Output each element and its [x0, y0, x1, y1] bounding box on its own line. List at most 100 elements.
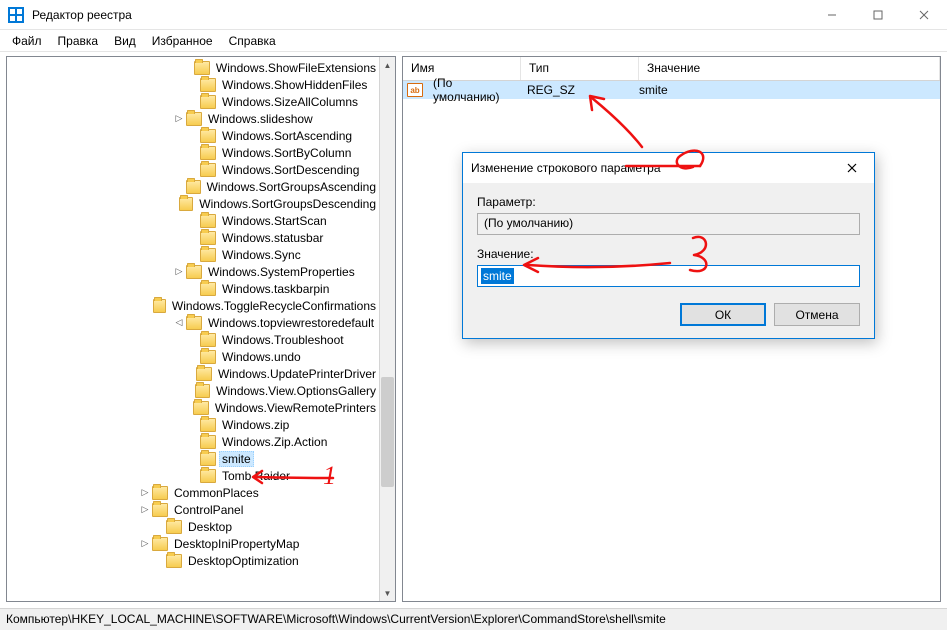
- tree-item-label: Windows.ViewRemotePrinters: [212, 401, 379, 415]
- tree-item[interactable]: Windows.SortDescending: [7, 161, 379, 178]
- statusbar-path: Компьютер\HKEY_LOCAL_MACHINE\SOFTWARE\Mi…: [6, 612, 666, 626]
- param-label: Параметр:: [477, 195, 860, 209]
- tree-item[interactable]: Windows.taskbarpin: [7, 280, 379, 297]
- tree-item-label: Windows.SizeAllColumns: [219, 95, 361, 109]
- tree-item[interactable]: Windows.View.OptionsGallery: [7, 382, 379, 399]
- tree-item-label: Windows.SortAscending: [219, 129, 355, 143]
- registry-tree[interactable]: Windows.ShowFileExtensionsWindows.ShowHi…: [7, 57, 379, 601]
- tree-item-label: Windows.View.OptionsGallery: [213, 384, 379, 398]
- tree-item[interactable]: Windows.SizeAllColumns: [7, 93, 379, 110]
- tree-item[interactable]: ▷CommonPlaces: [7, 484, 379, 501]
- chevron-right-icon[interactable]: ▷: [172, 266, 186, 277]
- value-data: smite: [631, 83, 676, 97]
- scrollbar-thumb[interactable]: [381, 377, 394, 487]
- tree-scrollbar[interactable]: ▲ ▼: [379, 57, 395, 601]
- tree-item-label: smite: [219, 451, 254, 467]
- chevron-right-icon[interactable]: ▷: [172, 113, 186, 124]
- folder-icon: [186, 112, 202, 126]
- tree-item[interactable]: Windows.SortByColumn: [7, 144, 379, 161]
- dialog-close-button[interactable]: [832, 154, 872, 182]
- chevron-right-icon[interactable]: ▷: [138, 538, 152, 549]
- col-type[interactable]: Тип: [521, 57, 639, 80]
- tree-item[interactable]: Desktop: [7, 518, 379, 535]
- tree-item[interactable]: Windows.Sync: [7, 246, 379, 263]
- folder-icon: [193, 401, 209, 415]
- folder-icon: [186, 316, 202, 330]
- tree-item-label: Windows.SortDescending: [219, 163, 362, 177]
- folder-icon: [194, 61, 210, 75]
- folder-icon: [200, 248, 216, 262]
- tree-item[interactable]: Windows.Zip.Action: [7, 433, 379, 450]
- folder-icon: [200, 333, 216, 347]
- folder-icon: [200, 95, 216, 109]
- tree-item[interactable]: Tomb Raider: [7, 467, 379, 484]
- tree-item[interactable]: smite: [7, 450, 379, 467]
- tree-item[interactable]: Windows.StartScan: [7, 212, 379, 229]
- folder-icon: [200, 452, 216, 466]
- close-button[interactable]: [901, 0, 947, 29]
- menu-file[interactable]: Файл: [4, 32, 50, 50]
- folder-icon: [200, 78, 216, 92]
- dialog-titlebar[interactable]: Изменение строкового параметра: [463, 153, 874, 183]
- tree-item[interactable]: Windows.ToggleRecycleConfirmations: [7, 297, 379, 314]
- tree-item-label: DesktopIniPropertyMap: [171, 537, 302, 551]
- folder-icon: [200, 282, 216, 296]
- menu-favorites[interactable]: Избранное: [144, 32, 221, 50]
- tree-item[interactable]: Windows.UpdatePrinterDriver: [7, 365, 379, 382]
- tree-item[interactable]: Windows.ShowHiddenFiles: [7, 76, 379, 93]
- col-value[interactable]: Значение: [639, 57, 940, 80]
- tree-item[interactable]: ▷ Windows.SystemProperties: [7, 263, 379, 280]
- folder-icon: [200, 214, 216, 228]
- menu-view[interactable]: Вид: [106, 32, 144, 50]
- folder-icon: [200, 418, 216, 432]
- tree-item-label: Windows.taskbarpin: [219, 282, 332, 296]
- tree-item-label: Windows.UpdatePrinterDriver: [215, 367, 379, 381]
- param-field: (По умолчанию): [477, 213, 860, 235]
- tree-item[interactable]: ▷Windows.slideshow: [7, 110, 379, 127]
- tree-item-label: Windows.SystemProperties: [205, 265, 358, 279]
- tree-item-label: Windows.Sync: [219, 248, 304, 262]
- tree-item[interactable]: Windows.Troubleshoot: [7, 331, 379, 348]
- folder-icon: [196, 367, 212, 381]
- folder-icon: [166, 520, 182, 534]
- tree-item[interactable]: Windows.SortAscending: [7, 127, 379, 144]
- scroll-down-icon[interactable]: ▼: [380, 585, 395, 601]
- edit-string-dialog: Изменение строкового параметра Параметр:…: [462, 152, 875, 339]
- minimize-button[interactable]: [809, 0, 855, 29]
- value-label: Значение:: [477, 247, 860, 261]
- tree-item[interactable]: ▷ControlPanel: [7, 501, 379, 518]
- folder-icon: [152, 537, 168, 551]
- tree-item-label: Windows.topviewrestoredefault: [205, 316, 377, 330]
- folder-icon: [152, 503, 168, 517]
- menu-help[interactable]: Справка: [221, 32, 284, 50]
- tree-item-label: DesktopOptimization: [185, 554, 302, 568]
- chevron-left-icon[interactable]: ◁: [172, 317, 186, 328]
- folder-icon: [195, 384, 211, 398]
- tree-item[interactable]: ◁ Windows.topviewrestoredefault: [7, 314, 379, 331]
- tree-item[interactable]: Windows.SortGroupsAscending: [7, 178, 379, 195]
- tree-item[interactable]: Windows.statusbar: [7, 229, 379, 246]
- tree-item[interactable]: Windows.ViewRemotePrinters: [7, 399, 379, 416]
- ok-button[interactable]: ОК: [680, 303, 766, 326]
- folder-icon: [200, 469, 216, 483]
- folder-icon: [200, 129, 216, 143]
- tree-item[interactable]: ▷ DesktopIniPropertyMap: [7, 535, 379, 552]
- string-value-icon: ab: [407, 83, 423, 97]
- cancel-button[interactable]: Отмена: [774, 303, 860, 326]
- tree-item[interactable]: Windows.ShowFileExtensions: [7, 59, 379, 76]
- chevron-right-icon[interactable]: ▷: [138, 504, 152, 515]
- tree-item[interactable]: Windows.SortGroupsDescending: [7, 195, 379, 212]
- tree-item[interactable]: Windows.zip: [7, 416, 379, 433]
- scroll-up-icon[interactable]: ▲: [380, 57, 395, 73]
- maximize-button[interactable]: [855, 0, 901, 29]
- tree-item[interactable]: DesktopOptimization: [7, 552, 379, 569]
- folder-icon: [200, 163, 216, 177]
- tree-item[interactable]: Windows.undo: [7, 348, 379, 365]
- value-type: REG_SZ: [519, 83, 631, 97]
- menu-edit[interactable]: Правка: [50, 32, 107, 50]
- value-row-default[interactable]: ab (По умолчанию) REG_SZ smite: [403, 81, 940, 99]
- chevron-right-icon[interactable]: ▷: [138, 487, 152, 498]
- tree-item-label: Windows.ToggleRecycleConfirmations: [169, 299, 379, 313]
- statusbar: Компьютер\HKEY_LOCAL_MACHINE\SOFTWARE\Mi…: [0, 608, 947, 630]
- value-field[interactable]: smite: [477, 265, 860, 287]
